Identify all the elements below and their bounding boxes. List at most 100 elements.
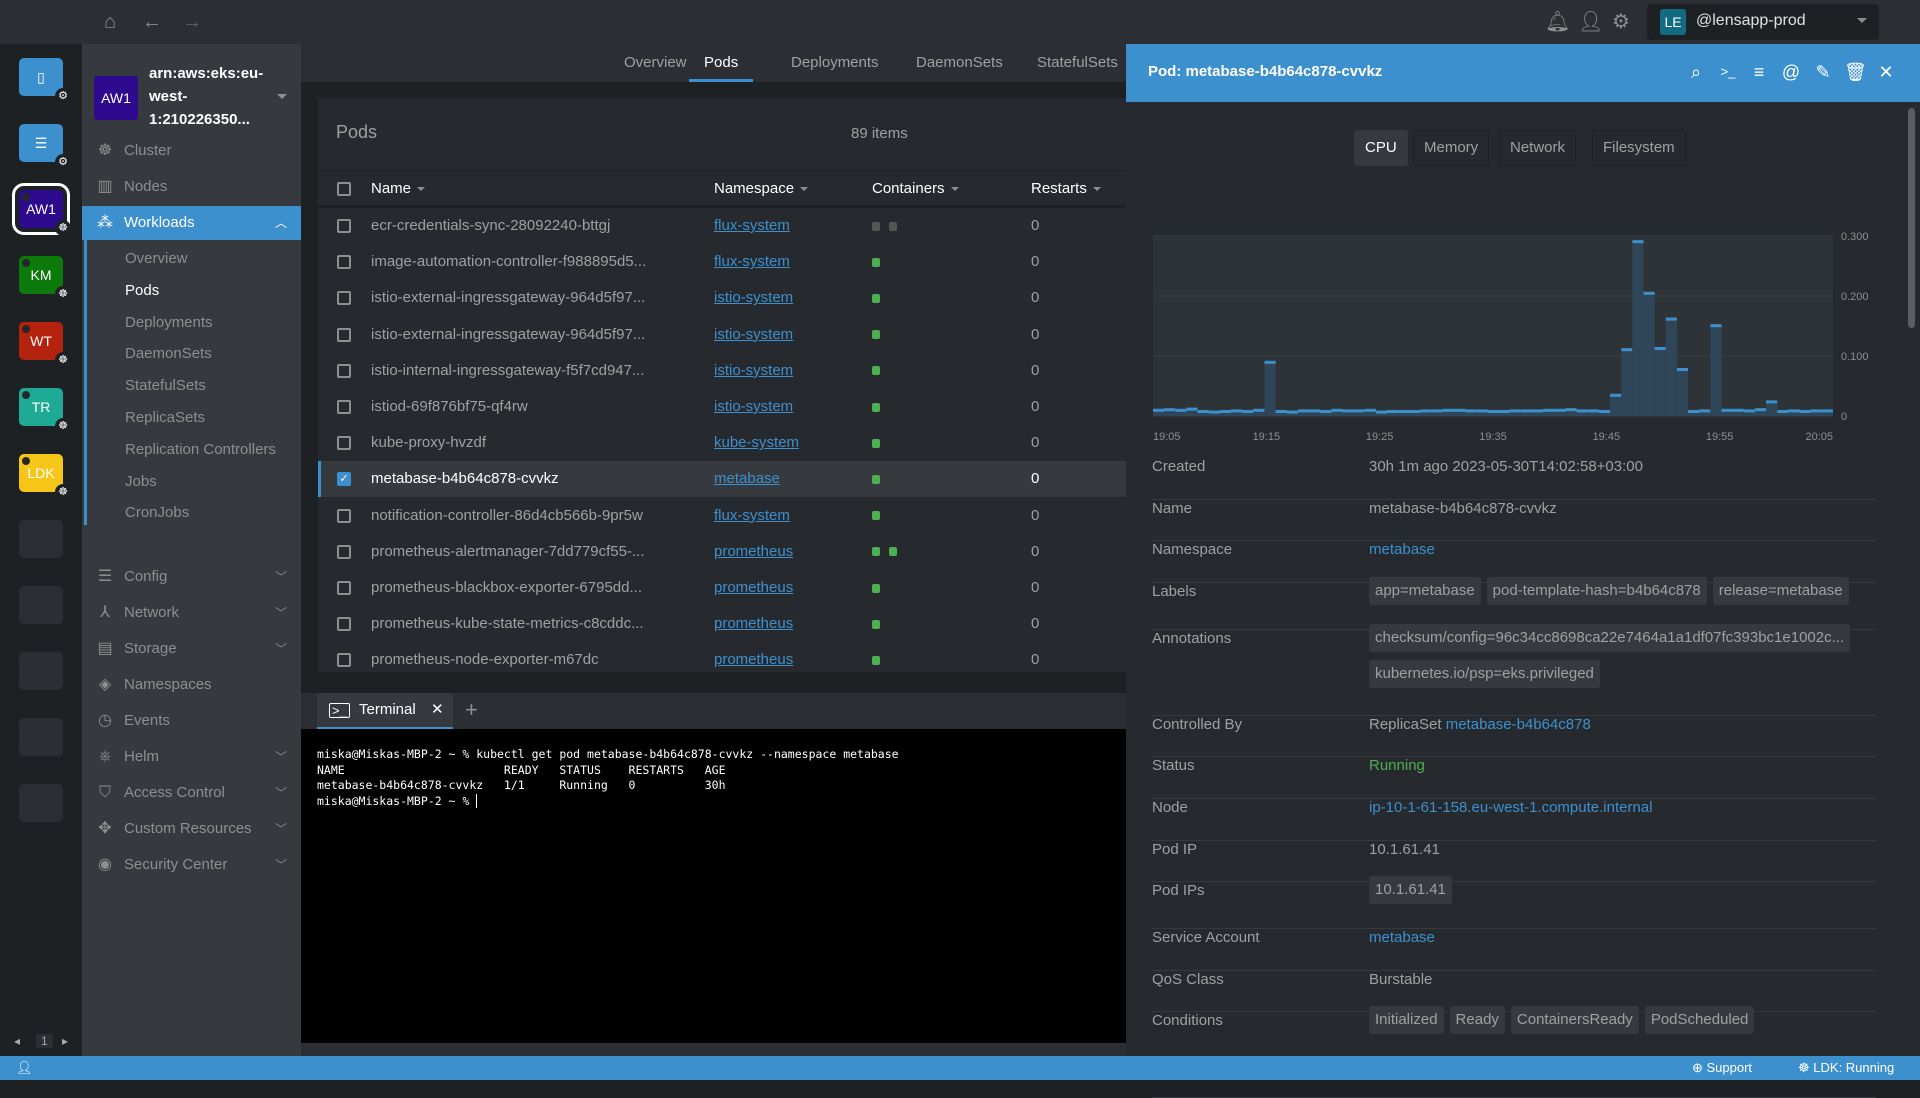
- table-row[interactable]: ecr-credentials-sync-28092240-bttgj flux-…: [318, 208, 1126, 244]
- sidebar-item-security-center[interactable]: ◉ Security Center ﹀: [82, 848, 301, 882]
- bar[interactable]: [1621, 348, 1633, 416]
- user-icon[interactable]: 👤︎: [16, 1060, 33, 1076]
- container-status-indicator[interactable]: [872, 402, 880, 412]
- forward-arrow-icon[interactable]: →: [180, 10, 204, 34]
- table-row[interactable]: prometheus-alertmanager-7dd779cf55-... pr…: [318, 534, 1126, 570]
- logs-icon[interactable]: ≡: [1748, 61, 1770, 83]
- namespace-link[interactable]: istio-system: [714, 317, 793, 353]
- bar[interactable]: [1610, 393, 1622, 416]
- metric-tab-cpu[interactable]: CPU: [1354, 130, 1408, 166]
- sidebar-item-nodes[interactable]: ▥ Nodes: [82, 170, 301, 204]
- row-checkbox[interactable]: [337, 617, 351, 632]
- container-status-indicator[interactable]: [872, 221, 880, 231]
- table-row[interactable]: prometheus-kube-state-metrics-c8cddc... p…: [318, 606, 1126, 642]
- namespace-link[interactable]: prometheus: [714, 606, 793, 642]
- hotbar-empty-slot[interactable]: [19, 784, 63, 822]
- row-checkbox[interactable]: ✓: [337, 472, 351, 487]
- row-checkbox[interactable]: [337, 400, 351, 414]
- column-namespace[interactable]: Namespace: [714, 171, 809, 207]
- table-row[interactable]: prometheus-node-exporter-m67dc prometheus…: [318, 642, 1126, 678]
- hotbar-item[interactable]: WT ☸: [19, 322, 71, 368]
- cluster-header[interactable]: AW1 arn:aws:eks:eu-west-1:210226350...: [92, 54, 292, 134]
- sidebar-item-cluster[interactable]: ☸ Cluster: [82, 134, 301, 168]
- bar[interactable]: [1665, 317, 1677, 416]
- select-all-checkbox[interactable]: [337, 182, 351, 196]
- metric-tab-filesystem[interactable]: Filesystem: [1592, 130, 1686, 166]
- namespace-link[interactable]: prometheus: [714, 570, 793, 606]
- container-status-indicator[interactable]: [872, 474, 880, 484]
- namespace-link[interactable]: prometheus: [714, 534, 793, 570]
- namespace-link[interactable]: prometheus: [714, 642, 793, 678]
- column-name[interactable]: Name: [371, 171, 426, 207]
- container-status-indicator[interactable]: [872, 438, 880, 448]
- close-icon[interactable]: ✕: [431, 693, 444, 727]
- hotbar-item[interactable]: ▯ ⚙: [19, 58, 71, 104]
- sidebar-item-events[interactable]: ◷ Events: [82, 704, 301, 738]
- container-status-indicator[interactable]: [872, 547, 880, 557]
- shell-icon[interactable]: >_: [1717, 61, 1739, 83]
- table-row[interactable]: istio-internal-ingressgateway-f5f7cd947.…: [318, 353, 1126, 389]
- table-row[interactable]: istio-external-ingressgateway-964d5f97..…: [318, 317, 1126, 353]
- scrollbar[interactable]: [1908, 108, 1915, 328]
- container-status-indicator[interactable]: [889, 221, 897, 231]
- next-page-icon[interactable]: ▸: [62, 1034, 68, 1048]
- bar[interactable]: [1643, 291, 1655, 416]
- terminal-output[interactable]: miska@Miskas-MBP-2 ~ % kubectl get pod m…: [301, 729, 1126, 1043]
- trash-icon[interactable]: 🗑︎: [1844, 61, 1867, 83]
- namespace-link[interactable]: flux-system: [714, 498, 790, 534]
- close-icon[interactable]: ✕: [1875, 61, 1897, 83]
- edit-icon[interactable]: ✎: [1812, 61, 1834, 83]
- at-icon[interactable]: @: [1780, 61, 1802, 83]
- namespace-link[interactable]: kube-system: [714, 425, 799, 461]
- hotbar-item[interactable]: AW1 ☸: [12, 183, 71, 236]
- gear-icon[interactable]: ⚙: [1609, 10, 1633, 34]
- column-restarts[interactable]: Restarts: [1031, 171, 1101, 207]
- row-checkbox[interactable]: [337, 508, 351, 523]
- namespace-link[interactable]: istio-system: [714, 280, 793, 316]
- hotbar-empty-slot[interactable]: [19, 652, 63, 690]
- namespace-link[interactable]: flux-system: [714, 244, 790, 280]
- hotbar-empty-slot[interactable]: [19, 718, 63, 756]
- row-checkbox[interactable]: [337, 363, 351, 378]
- terminal-tab[interactable]: >_ Terminal ✕: [317, 693, 453, 729]
- support-link[interactable]: ⊕ Support: [1692, 1060, 1752, 1076]
- sidebar-subitem-cronjobs[interactable]: CronJobs: [125, 498, 189, 528]
- add-tab-icon[interactable]: +: [465, 697, 478, 723]
- account-selector[interactable]: LE @lensapp-prod: [1647, 4, 1879, 40]
- value-link[interactable]: metabase-b4b64c878: [1446, 716, 1591, 733]
- table-row[interactable]: image-automation-controller-f988895d5...…: [318, 244, 1126, 280]
- bar[interactable]: [1654, 347, 1666, 416]
- namespace-link[interactable]: istio-system: [714, 353, 793, 389]
- bar[interactable]: [1676, 368, 1689, 416]
- hotbar-item[interactable]: ☰ ⚙: [19, 124, 71, 170]
- metric-tab-memory[interactable]: Memory: [1413, 130, 1490, 166]
- bell-icon[interactable]: 🔔︎: [1545, 10, 1570, 34]
- home-icon[interactable]: ⌂: [98, 10, 122, 34]
- tab-pods[interactable]: Pods: [689, 44, 754, 82]
- namespace-link[interactable]: istio-system: [714, 389, 793, 425]
- sidebar-item-custom-resources[interactable]: ✥ Custom Resources ﹀: [82, 812, 301, 846]
- sidebar-subitem-daemonsets[interactable]: DaemonSets: [125, 339, 212, 369]
- sidebar-subitem-pods[interactable]: Pods: [125, 276, 159, 306]
- tab-overview[interactable]: Overview: [624, 44, 687, 82]
- table-row[interactable]: prometheus-blackbox-exporter-6795dd... pr…: [318, 570, 1126, 606]
- container-status-indicator[interactable]: [872, 257, 880, 267]
- container-status-indicator[interactable]: [872, 293, 880, 303]
- row-checkbox[interactable]: [337, 219, 351, 233]
- value-link[interactable]: metabase: [1369, 929, 1435, 946]
- row-checkbox[interactable]: [337, 436, 351, 451]
- container-status-indicator[interactable]: [872, 583, 880, 593]
- ldk-status[interactable]: ☸ LDK: Running: [1798, 1060, 1894, 1076]
- bar[interactable]: [1632, 240, 1644, 416]
- sidebar-item-config[interactable]: ☰ Config ﹀: [82, 560, 301, 594]
- back-arrow-icon[interactable]: ←: [140, 10, 164, 34]
- sidebar-item-workloads[interactable]: ⁂ Workloads ︿: [82, 206, 301, 240]
- container-status-indicator[interactable]: [872, 655, 880, 665]
- column-containers[interactable]: Containers: [872, 171, 959, 207]
- hotbar-empty-slot[interactable]: [19, 520, 63, 558]
- table-row[interactable]: kube-proxy-hvzdf kube-system 0: [318, 425, 1126, 461]
- value-link[interactable]: metabase: [1369, 541, 1435, 558]
- table-row[interactable]: istiod-69f876bf75-qf4rw istio-system 0: [318, 389, 1126, 425]
- row-checkbox[interactable]: [337, 581, 351, 595]
- tab-daemonsets[interactable]: DaemonSets: [916, 44, 1003, 82]
